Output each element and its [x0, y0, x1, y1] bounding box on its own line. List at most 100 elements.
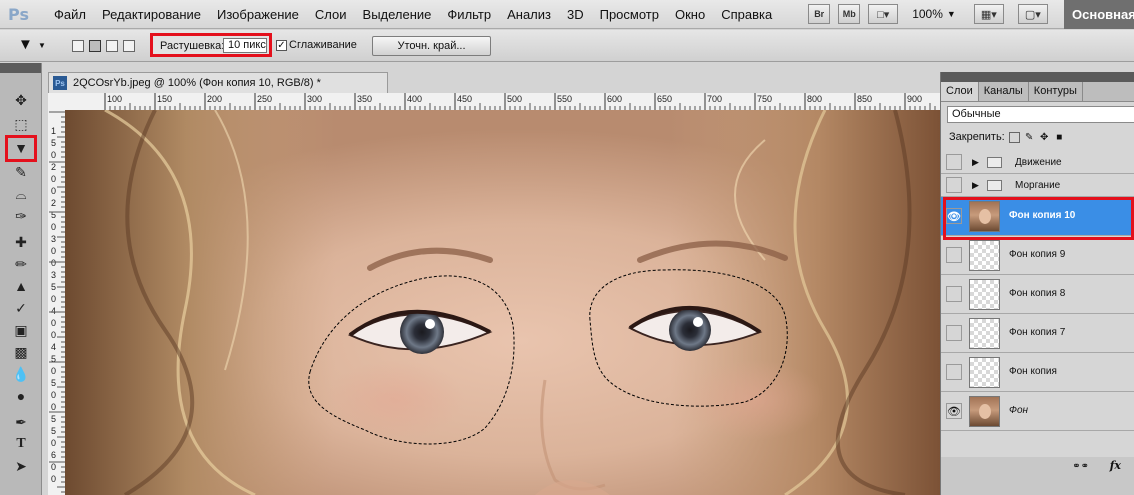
menu-help[interactable]: Справка [713, 7, 780, 22]
visibility-toggle[interactable] [946, 154, 962, 170]
lock-position-icon[interactable]: ✥ [1039, 132, 1050, 143]
dodge-tool-icon[interactable]: ● [8, 385, 34, 407]
antialias-checkbox[interactable]: ✓ [276, 40, 287, 51]
options-bar: ▼ ▼ Растушевка: 10 пикс ✓ Сглаживание Ут… [0, 30, 1134, 62]
visibility-toggle[interactable] [946, 325, 962, 341]
ruler-label: 300 [307, 94, 322, 104]
visibility-toggle[interactable] [946, 364, 962, 380]
eyedropper-tool-icon[interactable]: ✑ [8, 205, 34, 227]
layer-name: Фон копия 9 [1009, 249, 1066, 260]
layers-panel: Слои Каналы Контуры Обычные Закрепить: ✎… [940, 72, 1134, 495]
visibility-eye-icon[interactable]: 👁 [946, 403, 962, 419]
screen-mode-icon[interactable]: ▢▾ [1017, 4, 1048, 24]
zoom-level[interactable]: 100% [912, 7, 943, 21]
clone-stamp-tool-icon[interactable]: ▲ [8, 275, 34, 297]
crop-tool-icon[interactable]: ⌓ [8, 183, 34, 205]
menu-select[interactable]: Выделение [355, 7, 440, 22]
ruler-label: 4 [51, 342, 56, 352]
document-ps-icon: Ps [53, 76, 67, 90]
layer-group[interactable]: ▶ Моргание [941, 174, 1134, 197]
ruler-label: 5 [51, 378, 56, 388]
pen-tool-icon[interactable]: ✒ [8, 411, 34, 433]
layer-name: Фон копия 7 [1009, 327, 1066, 338]
menu-filter[interactable]: Фильтр [439, 7, 499, 22]
menu-analysis[interactable]: Анализ [499, 7, 559, 22]
menu-file[interactable]: Файл [46, 7, 94, 22]
tool-preset-dropdown-icon[interactable]: ▼ [38, 41, 46, 50]
menu-3d[interactable]: 3D [559, 7, 592, 22]
intersect-selection-icon[interactable] [123, 40, 135, 52]
layer-row[interactable]: Фон копия [941, 353, 1134, 392]
layer-row[interactable]: 👁 Фон [941, 392, 1134, 431]
menu-bar: Ps Файл Редактирование Изображение Слои … [0, 0, 1134, 29]
panel-header-strip[interactable] [941, 72, 1134, 82]
ruler-label: 2 [51, 162, 56, 172]
visibility-toggle[interactable] [946, 286, 962, 302]
polygonal-lasso-tool-icon[interactable]: ▼ [18, 36, 33, 53]
group-expand-icon[interactable]: ▶ [972, 157, 979, 168]
right-eye-highlight [693, 317, 703, 327]
link-layers-icon[interactable]: ⚭⚭ [1072, 461, 1089, 472]
ruler-label: 800 [807, 94, 822, 104]
group-expand-icon[interactable]: ▶ [972, 180, 979, 191]
move-tool-icon[interactable]: ✥ [8, 89, 34, 111]
tab-paths[interactable]: Контуры [1029, 82, 1083, 101]
layer-row[interactable]: Фон копия 7 [941, 314, 1134, 353]
zoom-dropdown-icon[interactable]: ▼ [947, 9, 956, 19]
type-tool-icon[interactable]: T [8, 433, 34, 455]
menu-edit[interactable]: Редактирование [94, 7, 209, 22]
view-extras-icon[interactable]: □▾ [868, 4, 899, 24]
feather-input[interactable]: 10 пикс [223, 38, 267, 53]
gradient-tool-icon[interactable]: ▩ [8, 341, 34, 363]
ruler-label: 200 [207, 94, 222, 104]
menu-view[interactable]: Просмотр [592, 7, 667, 22]
layer-row[interactable]: Фон копия 9 [941, 236, 1134, 275]
history-brush-tool-icon[interactable]: ✓ [8, 297, 34, 319]
subtract-selection-icon[interactable] [106, 40, 118, 52]
add-to-selection-icon[interactable] [89, 40, 101, 52]
path-selection-tool-icon[interactable]: ➤ [8, 455, 34, 477]
ruler-label: 150 [157, 94, 172, 104]
layer-row[interactable]: Фон копия 8 [941, 275, 1134, 314]
ruler-label: 0 [51, 402, 56, 412]
layers-list: ▶ Движение ▶ Моргание 👁 Фон копия 10 Фон… [941, 151, 1134, 431]
menu-image[interactable]: Изображение [209, 7, 307, 22]
quick-selection-tool-icon[interactable]: ✎ [8, 161, 34, 183]
ruler-label: 500 [507, 94, 522, 104]
blur-tool-icon[interactable]: 💧 [8, 363, 34, 385]
layer-style-icon[interactable]: fx [1110, 459, 1121, 472]
lock-all-icon[interactable]: ■ [1054, 132, 1065, 143]
eraser-tool-icon[interactable]: ▣ [8, 319, 34, 341]
ruler-label: 450 [457, 94, 472, 104]
healing-brush-tool-icon[interactable]: ✚ [8, 231, 34, 253]
selected-layer-highlight [943, 197, 1134, 240]
layer-group[interactable]: ▶ Движение [941, 151, 1134, 174]
menu-layers[interactable]: Слои [307, 7, 355, 22]
visibility-toggle[interactable] [946, 247, 962, 263]
refine-edge-button[interactable]: Уточн. край... [372, 36, 491, 56]
arrange-documents-icon[interactable]: ▦▾ [973, 4, 1004, 24]
hair-left [65, 110, 335, 495]
lock-transparency-icon[interactable] [1008, 131, 1020, 143]
bridge-button[interactable]: Br [808, 4, 831, 24]
ruler-label: 250 [257, 94, 272, 104]
tab-layers[interactable]: Слои [941, 82, 979, 101]
marquee-tool-icon[interactable]: ⬚ [8, 113, 34, 135]
blend-mode-select[interactable]: Обычные [947, 106, 1134, 123]
ruler-label: 5 [51, 282, 56, 292]
menu-window[interactable]: Окно [667, 7, 713, 22]
lock-label: Закрепить: [949, 131, 1005, 143]
brush-tool-icon[interactable]: ✏ [8, 253, 34, 275]
right-cheek [685, 360, 825, 440]
new-selection-icon[interactable] [72, 40, 84, 52]
tools-panel-header[interactable] [0, 63, 41, 73]
workspace-switcher[interactable]: Основная ра [1064, 0, 1134, 29]
photo-canvas[interactable] [65, 110, 940, 495]
tab-channels[interactable]: Каналы [979, 82, 1029, 101]
document-tab[interactable]: Ps 2QCOsrYb.jpeg @ 100% (Фон копия 10, R… [48, 72, 388, 93]
folder-icon [987, 157, 1002, 168]
ruler-label: 0 [51, 294, 56, 304]
visibility-toggle[interactable] [946, 177, 962, 193]
lock-pixels-icon[interactable]: ✎ [1024, 132, 1035, 143]
mini-bridge-button[interactable]: Mb [838, 4, 861, 24]
